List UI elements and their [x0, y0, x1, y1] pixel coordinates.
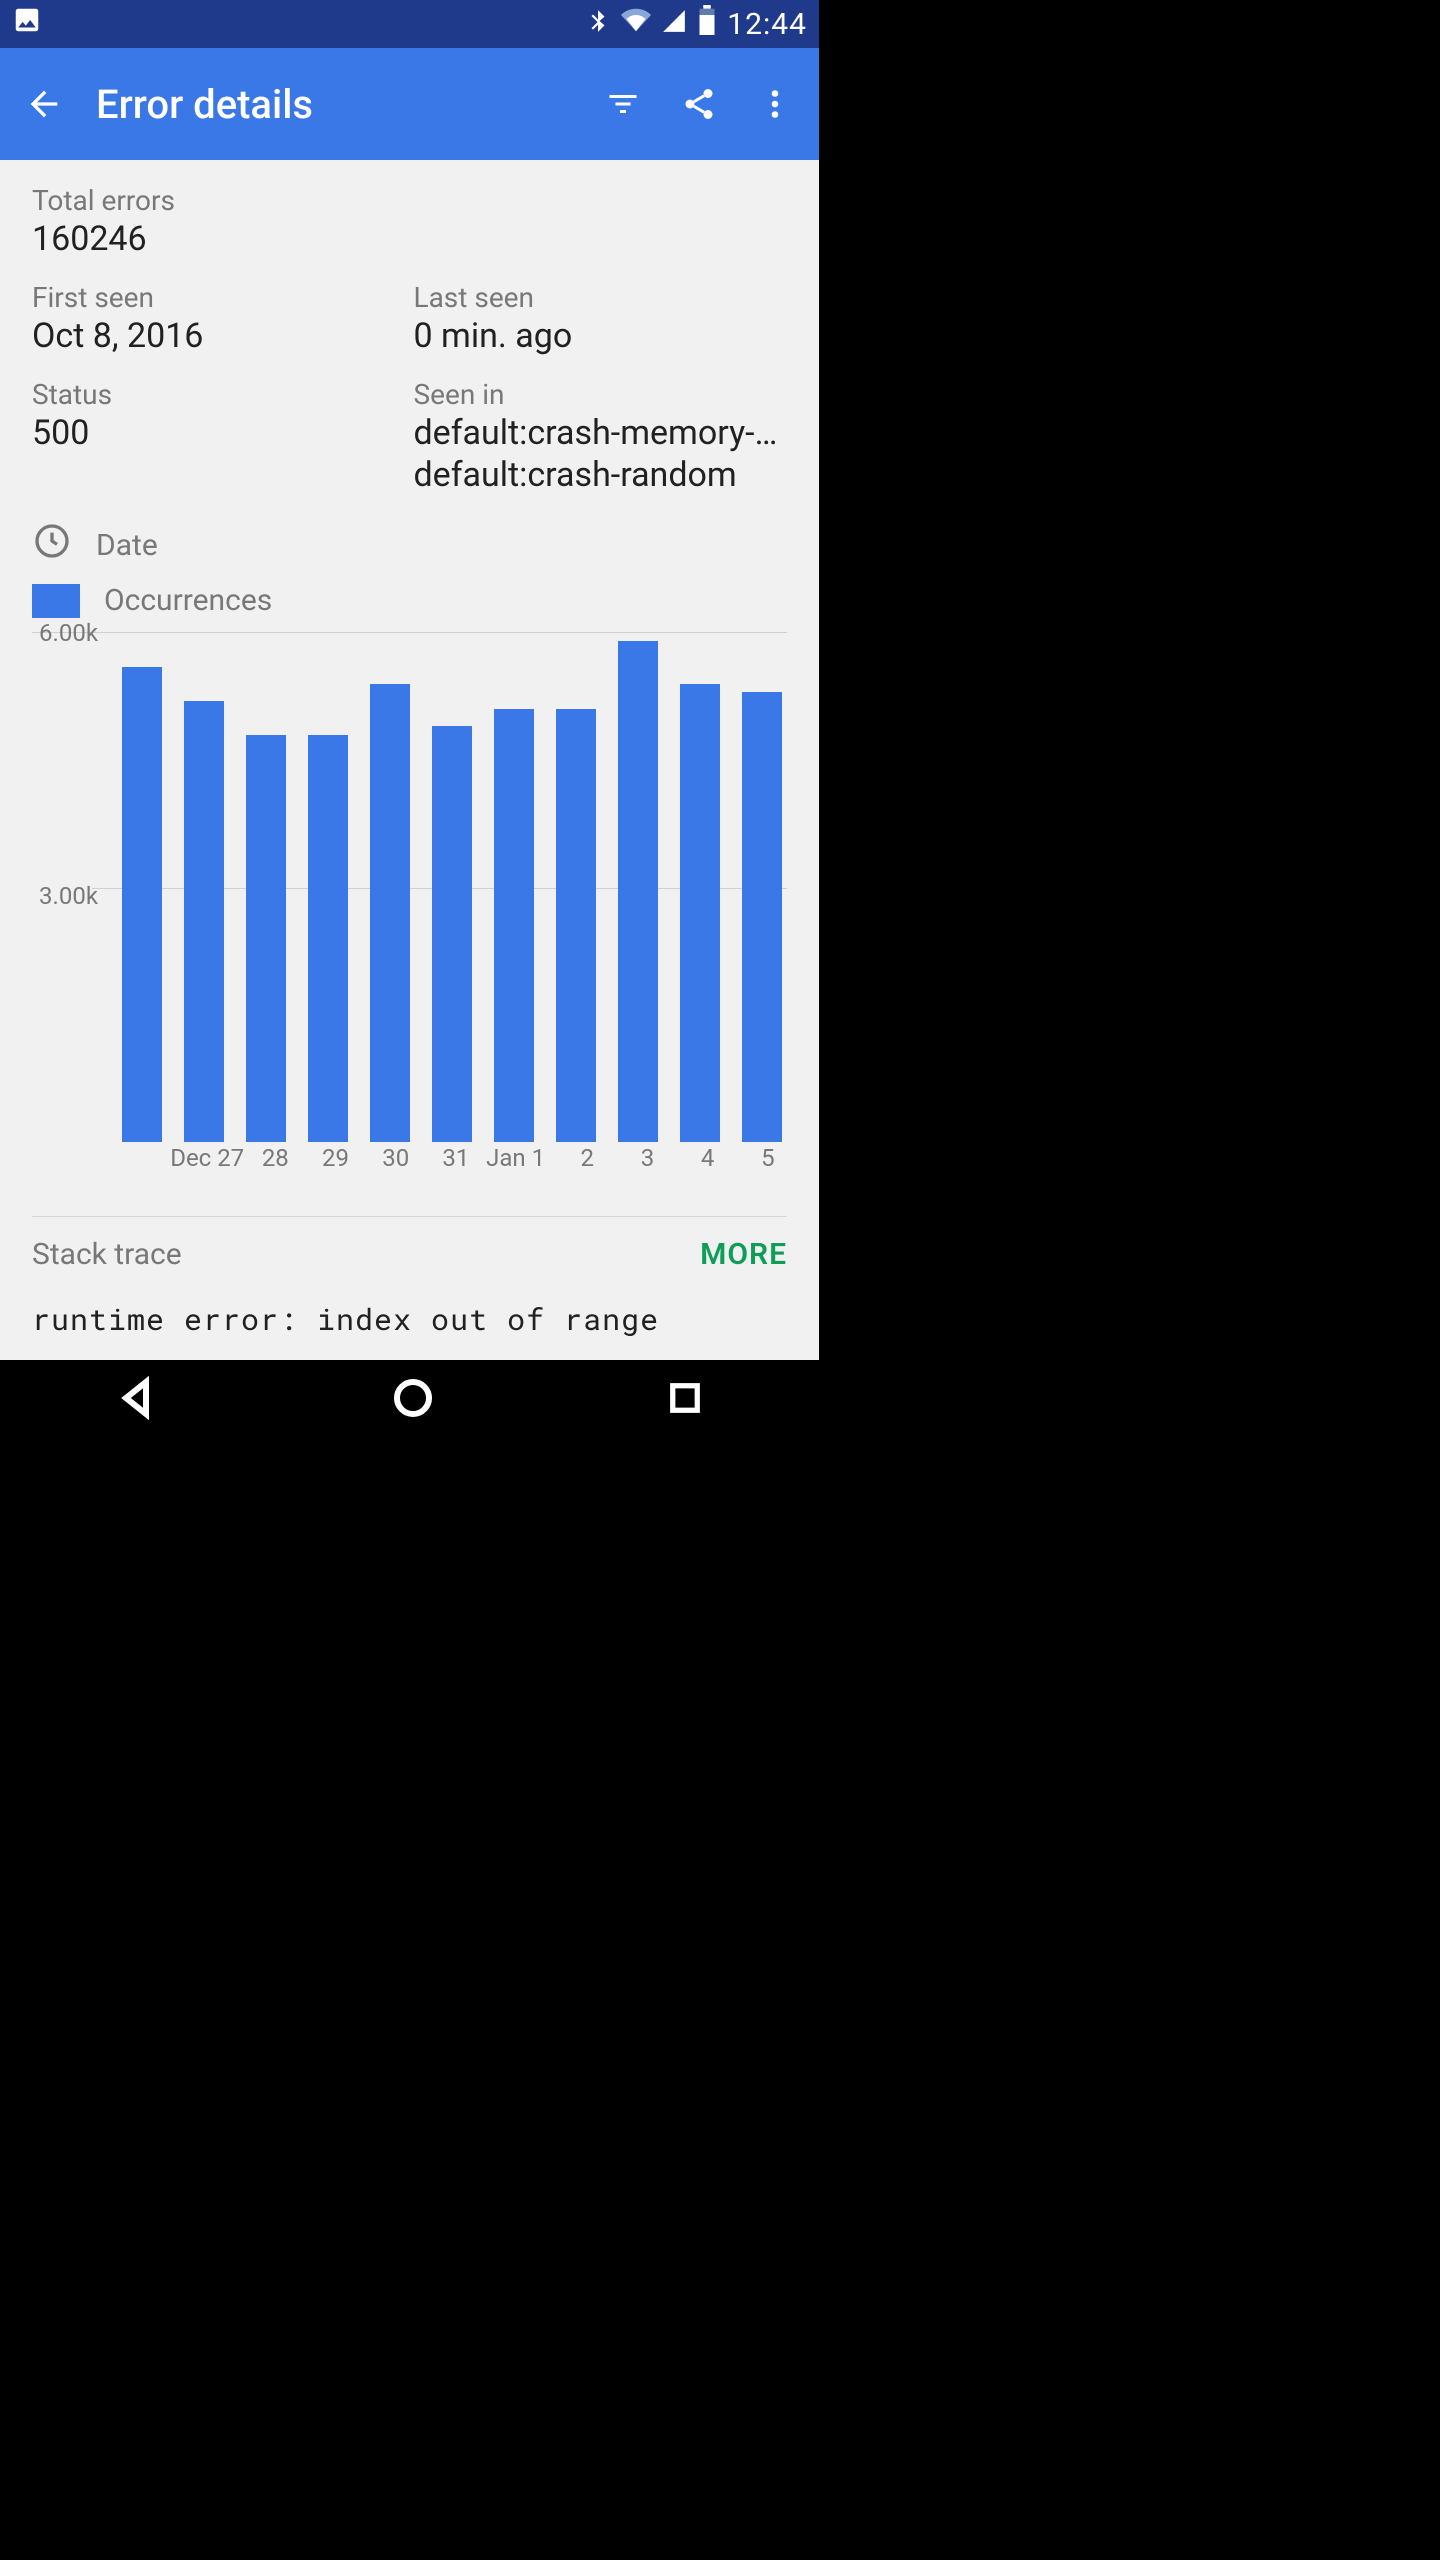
last-seen-label: Last seen: [414, 281, 788, 314]
chart-y-axis: 6.00k 3.00k: [30, 619, 98, 1172]
chart-x-axis: Dec 27 28 29 30 31 Jan 1 2345: [122, 1144, 787, 1172]
battery-icon: [697, 5, 717, 43]
bluetooth-icon: [585, 7, 611, 42]
legend-swatch: [32, 584, 80, 618]
back-button[interactable]: [20, 80, 68, 128]
xlabel-0: Dec 27: [170, 1144, 234, 1172]
bar-6: [494, 709, 534, 1142]
android-nav-bar: [0, 1360, 819, 1440]
app-bar: Error details: [0, 48, 819, 160]
picture-icon: [12, 5, 42, 43]
android-status-bar: 12:44: [0, 0, 819, 48]
status-clock: 12:44: [727, 7, 807, 42]
bar-7: [556, 709, 596, 1142]
bar-3: [308, 735, 348, 1142]
xlabel-2: 29: [316, 1144, 354, 1172]
first-seen-label: First seen: [32, 281, 406, 314]
xlabel-1: 28: [256, 1144, 294, 1172]
first-seen-value: Oct 8, 2016: [32, 316, 406, 356]
seen-in-value-1: default:crash-memory-acces…: [414, 413, 788, 453]
chart-legend: Date Occurrences: [32, 521, 787, 618]
nav-home-button[interactable]: [389, 1374, 437, 1426]
xlabel-9: 5: [749, 1144, 787, 1172]
bar-5: [432, 726, 472, 1142]
chart-bars: [122, 633, 787, 1142]
seen-in-label: Seen in: [414, 378, 788, 411]
xlabel-6: 2: [568, 1144, 606, 1172]
total-errors-label: Total errors: [32, 184, 787, 217]
status-block: Status 500: [32, 378, 406, 495]
bar-1: [184, 701, 224, 1142]
total-errors-value: 160246: [32, 219, 787, 259]
bar-10: [742, 692, 782, 1142]
filter-button[interactable]: [599, 80, 647, 128]
wifi-icon: [621, 5, 651, 43]
xlabel-7: 3: [628, 1144, 666, 1172]
status-label: Status: [32, 378, 406, 411]
total-errors-block: Total errors 160246: [32, 184, 787, 259]
status-value: 500: [32, 413, 406, 453]
last-seen-value: 0 min. ago: [414, 316, 788, 356]
legend-date-label: Date: [96, 528, 158, 563]
chart-plot-area: [92, 633, 787, 1142]
xlabel-4: 31: [437, 1144, 475, 1172]
seen-in-block: Seen in default:crash-memory-acces… defa…: [406, 378, 788, 495]
occurrences-bar-chart: 6.00k 3.00k Dec 2728293031Jan 12345: [32, 632, 787, 1172]
overflow-menu-button[interactable]: [751, 80, 799, 128]
ytick-3k: 3.00k: [39, 882, 98, 910]
bar-9: [680, 684, 720, 1142]
stack-trace-header-row: Stack trace MORE: [32, 1237, 787, 1272]
bar-8: [618, 641, 658, 1142]
xlabel-3: 30: [377, 1144, 415, 1172]
xlabel-5: Jan 1: [485, 1144, 546, 1172]
more-button[interactable]: MORE: [700, 1237, 787, 1272]
first-seen-block: First seen Oct 8, 2016: [32, 281, 406, 356]
ytick-6k: 6.00k: [39, 619, 98, 647]
cell-signal-icon: [661, 7, 687, 42]
share-button[interactable]: [675, 80, 723, 128]
stack-trace-header: Stack trace: [32, 1237, 182, 1272]
clock-icon: [32, 521, 72, 569]
bar-2: [246, 735, 286, 1142]
xlabel-8: 4: [689, 1144, 727, 1172]
nav-recents-button[interactable]: [664, 1377, 706, 1423]
bar-4: [370, 684, 410, 1142]
page-title: Error details: [96, 81, 571, 128]
stack-trace-line: runtime error: index out of range: [32, 1300, 787, 1339]
content-area: Total errors 160246 First seen Oct 8, 20…: [0, 160, 819, 1360]
section-divider: [32, 1216, 787, 1217]
seen-in-value-2: default:crash-random: [414, 455, 788, 495]
bar-0: [122, 667, 162, 1142]
legend-series-label: Occurrences: [104, 583, 272, 618]
last-seen-block: Last seen 0 min. ago: [406, 281, 788, 356]
nav-back-button[interactable]: [114, 1374, 162, 1426]
